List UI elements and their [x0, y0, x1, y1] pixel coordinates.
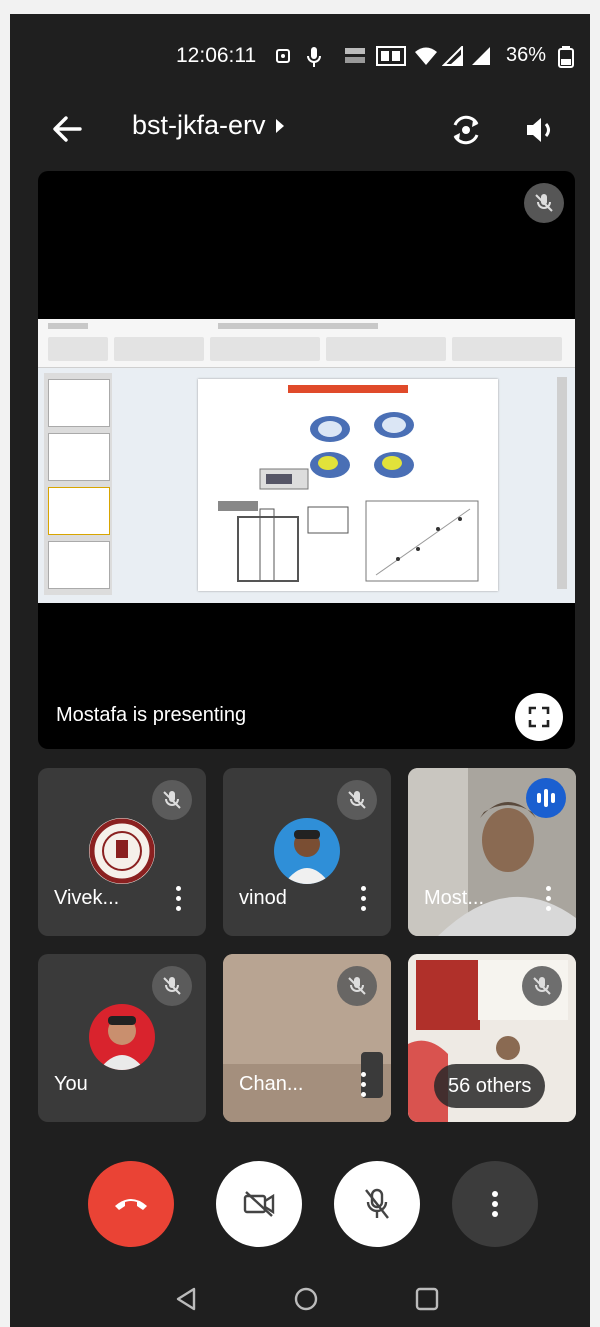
- status-time: 12:06:11: [176, 44, 257, 67]
- battery-percent: 36%: [506, 44, 547, 66]
- slide-diagram: [218, 385, 479, 582]
- speed-icon: [345, 48, 365, 63]
- mic-off-icon: [163, 977, 181, 995]
- slide-scrollbar: [557, 377, 567, 589]
- others-tile[interactable]: 56 others: [408, 954, 576, 1122]
- participant-tile[interactable]: You: [38, 954, 206, 1122]
- presenting-label: Mostafa is presenting: [56, 704, 247, 726]
- meeting-title-button[interactable]: bst-jkfa-erv: [132, 110, 284, 141]
- more-options-button[interactable]: [452, 1161, 538, 1247]
- back-arrow-icon[interactable]: [50, 112, 84, 146]
- mic-off-icon: [365, 1188, 389, 1219]
- fullscreen-icon: [528, 706, 550, 728]
- video-off-icon: [243, 1191, 275, 1217]
- participant-tile[interactable]: vinod: [223, 768, 391, 936]
- avatar: [274, 818, 340, 884]
- navigation-bar: [10, 1276, 590, 1326]
- muted-badge: [152, 780, 192, 820]
- participant-tile[interactable]: Vivek...: [38, 768, 206, 936]
- caret-right-icon: [275, 118, 284, 133]
- shared-screen: [38, 319, 575, 603]
- participant-tile[interactable]: Most...: [408, 768, 576, 936]
- slide-canvas: [198, 379, 498, 591]
- avatar: [89, 1004, 155, 1070]
- more-options-icon[interactable]: [361, 886, 367, 914]
- muted-badge: [337, 966, 377, 1006]
- participant-name: Vivek...: [54, 887, 120, 909]
- meet-screen: 12:06:11 36% bst-jkfa-erv Mostafa is pre…: [10, 14, 590, 1327]
- app-ribbon: [38, 319, 575, 368]
- end-call-button[interactable]: [88, 1161, 174, 1247]
- mic-off-icon: [163, 791, 181, 809]
- muted-badge: [522, 966, 562, 1006]
- nav-recents-icon[interactable]: [414, 1286, 440, 1312]
- mic-off-icon: [535, 194, 553, 212]
- presentation-tile[interactable]: Mostafa is presenting: [38, 171, 575, 749]
- more-options-icon[interactable]: [546, 886, 552, 914]
- person-photo-icon: [99, 1016, 145, 1070]
- more-options-icon[interactable]: [176, 886, 182, 914]
- hd-icon: [376, 46, 406, 66]
- switch-camera-icon[interactable]: [448, 112, 484, 148]
- slide-thumbnails: [44, 373, 112, 595]
- mic-off-icon: [348, 791, 366, 809]
- participant-name: vinod: [239, 887, 287, 909]
- camera-toggle-button[interactable]: [216, 1161, 302, 1247]
- top-bar: bst-jkfa-erv: [10, 104, 590, 154]
- mic-off-icon: [533, 977, 551, 995]
- participant-name: Most...: [424, 887, 485, 909]
- speaker-icon[interactable]: [522, 112, 558, 148]
- mic-icon: [307, 47, 321, 67]
- muted-badge: [337, 780, 377, 820]
- hang-up-icon: [115, 1199, 147, 1210]
- battery-icon: [558, 46, 574, 68]
- nav-back-icon[interactable]: [174, 1286, 198, 1312]
- participant-tile[interactable]: Chan...: [223, 954, 391, 1122]
- mic-off-icon: [348, 977, 366, 995]
- logo-icon: [89, 818, 155, 884]
- signal-icon: [442, 46, 463, 66]
- others-count-badge[interactable]: 56 others: [434, 1064, 546, 1108]
- more-options-icon[interactable]: [361, 1072, 367, 1100]
- speaking-indicator-icon: [526, 778, 566, 818]
- participant-name: You: [54, 1073, 88, 1095]
- person-photo-icon: [284, 830, 330, 884]
- signal-icon: [472, 47, 490, 65]
- avatar: [89, 818, 155, 884]
- screen-record-icon: [276, 49, 290, 63]
- meeting-code: bst-jkfa-erv: [132, 110, 266, 140]
- muted-badge: [152, 966, 192, 1006]
- wifi-icon: [415, 47, 437, 65]
- muted-badge: [524, 183, 564, 223]
- nav-home-icon[interactable]: [293, 1286, 319, 1312]
- participant-name: Chan...: [239, 1073, 304, 1095]
- status-bar: 12:06:11 36%: [10, 42, 590, 70]
- more-vertical-icon: [492, 1191, 498, 1217]
- mic-toggle-button[interactable]: [334, 1161, 420, 1247]
- fullscreen-button[interactable]: [515, 693, 563, 741]
